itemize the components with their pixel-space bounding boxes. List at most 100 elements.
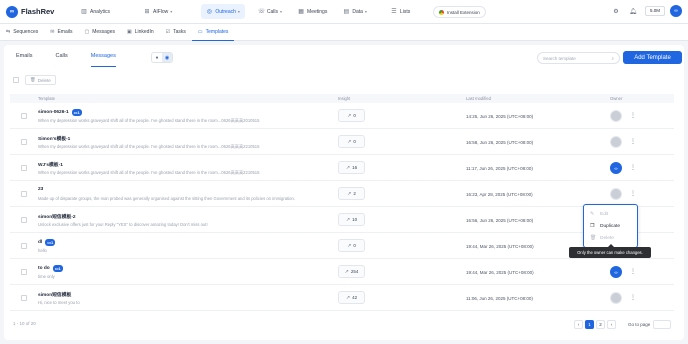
copy-icon: ❐ [590, 223, 595, 229]
row-checkbox[interactable] [21, 243, 27, 249]
add-template-button[interactable]: Add Template [623, 51, 682, 64]
bulk-toolbar: 🗑︎ Delete [13, 75, 56, 85]
sequence-icon: ⇆ [6, 29, 11, 35]
sms-count-badge: ▭ 1 [52, 265, 63, 272]
more-options-icon[interactable]: ⋮ [630, 112, 636, 119]
last-modified: 11:06, Jun 26, 2025 (UTC+08:00) [466, 296, 533, 301]
last-modified: 19:44, Mar 26, 2025 (UTC+08:00) [466, 244, 534, 249]
insight-count[interactable]: ↗ 16 [338, 161, 365, 174]
delete-button[interactable]: 🗑︎ Delete [25, 75, 56, 85]
menu-duplicate[interactable]: ❐ Duplicate [584, 220, 637, 232]
insight-count[interactable]: ↗ 10 [338, 213, 365, 226]
row-checkbox[interactable] [21, 165, 27, 171]
next-page-button[interactable]: › [607, 320, 616, 329]
chevron-down-icon: ▾ [280, 9, 283, 14]
credit-balance[interactable]: 5.0M [644, 6, 665, 16]
insight-count[interactable]: ↗ 0 [338, 239, 365, 252]
column-insight: Insight [338, 96, 351, 101]
template-preview: When my depression works graveyard shift… [38, 144, 260, 149]
flow-icon: ⊞ [144, 8, 150, 15]
more-options-icon[interactable]: ⋮ [630, 294, 636, 301]
template-title: WJ's模板-1 [38, 163, 63, 168]
subnav-label: Templates [205, 28, 229, 35]
settings-icon[interactable]: ⚙ [611, 6, 621, 16]
nav-label: Data [352, 8, 363, 15]
nav-lists[interactable]: ☰ Lists [386, 4, 415, 19]
insight-count[interactable]: ↗ 2 [338, 187, 365, 200]
row-checkbox[interactable] [21, 295, 27, 301]
more-options-icon[interactable]: ⋮ [630, 190, 636, 197]
share-icon: ↗ [344, 268, 349, 275]
goto-page: Go to page [628, 320, 672, 329]
owner-view-toggle: ● ◉ [151, 52, 173, 63]
tab-messages[interactable]: Messages [90, 51, 116, 67]
menu-delete[interactable]: 🗑︎ Delete [584, 232, 637, 244]
prev-page-button[interactable]: ‹ [574, 320, 583, 329]
person-icon[interactable]: ● [152, 53, 162, 62]
insight-count[interactable]: ↗ 254 [338, 265, 365, 278]
table-row[interactable]: WJ's模板-1 When my depression works gravey… [10, 156, 674, 181]
subnav-emails[interactable]: ✉ Emails [44, 24, 78, 41]
table-row[interactable]: simon短信模板 Hi, nice to meet you to ↗ 42 11… [10, 286, 674, 311]
subnav-tasks[interactable]: ☑ Tasks [160, 24, 192, 41]
search-input[interactable]: Search template ⌕ [537, 52, 620, 64]
goto-page-input[interactable] [653, 320, 672, 329]
nav-analytics[interactable]: ▥ Analytics [76, 4, 115, 19]
owner-avatar [610, 292, 622, 304]
subnav-linkedin[interactable]: ▣ LinkedIn [121, 24, 160, 41]
page-1-button[interactable]: 1 [585, 320, 594, 329]
table-header: Template Insight Last modified Owner [10, 94, 674, 103]
row-checkbox[interactable] [21, 191, 27, 197]
template-name: dl ▭ 1 [38, 239, 56, 246]
team-icon[interactable]: ◉ [162, 53, 172, 62]
menu-edit[interactable]: ✎ Edit [584, 208, 637, 220]
tab-calls[interactable]: Calls [56, 51, 68, 67]
search-icon: ⌕ [611, 55, 614, 61]
table-row[interactable]: simon短信模板-2 Unlock exclusive offers just… [10, 208, 674, 233]
nav-data[interactable]: ▤ Data ▾ [338, 4, 372, 19]
insight-count[interactable]: ↗ 0 [338, 135, 365, 148]
nav-meetings[interactable]: ▦ Meetings [293, 4, 332, 19]
more-options-icon[interactable]: ⋮ [630, 164, 636, 171]
share-icon: ↗ [347, 112, 352, 119]
table-row[interactable]: to do ▭ 1 time only ↗ 254 19:44, Mar 26, 2… [10, 260, 674, 285]
row-checkbox[interactable] [21, 269, 27, 275]
install-extension-button[interactable]: Install Extension [433, 6, 486, 18]
table-row[interactable]: Simon's模板-1 When my depression works gra… [10, 130, 674, 155]
column-template: Template [38, 96, 55, 101]
subnav-sequences[interactable]: ⇆ Sequences [0, 24, 44, 41]
insight-count[interactable]: ↗ 0 [338, 109, 365, 122]
bell-icon[interactable]: 🔔︎ [628, 6, 638, 16]
task-icon: ☑ [165, 29, 171, 35]
pagination: ‹ 1 2 › Go to page [574, 320, 672, 329]
owner-avatar [610, 136, 622, 148]
share-icon: ↗ [347, 242, 352, 249]
page-2-button[interactable]: 2 [596, 320, 605, 329]
tab-emails[interactable]: Emails [16, 51, 33, 67]
insight-value: 0 [353, 243, 356, 248]
brand-logo[interactable]: ∞ FlashRev [6, 5, 58, 18]
more-options-icon[interactable]: ⋮ [630, 138, 636, 145]
select-all-checkbox[interactable] [13, 77, 19, 83]
avatar[interactable]: ∞ [670, 5, 682, 17]
nav-calls[interactable]: ☏ Calls ▾ [253, 4, 287, 19]
row-checkbox[interactable] [21, 217, 27, 223]
row-checkbox[interactable] [21, 113, 27, 119]
more-options-icon[interactable]: ⋮ [630, 268, 636, 275]
badge-count: 1 [51, 240, 54, 245]
row-context-menu: ✎ Edit ❐ Duplicate 🗑︎ Delete [583, 204, 638, 248]
row-checkbox[interactable] [21, 139, 27, 145]
table-row[interactable]: 23 Made up of disparate groups, the man … [10, 182, 674, 207]
table-row[interactable]: simon-0626-1 ▭ 1 When my depression works… [10, 104, 674, 129]
nav-label: Outreach [215, 8, 236, 15]
template-type-tabs: Emails Calls Messages [16, 51, 139, 67]
top-right-tools: ⚙ 🔔︎ 5.0M ∞ [604, 5, 682, 17]
last-modified: 11:17, Jun 26, 2025 (UTC+08:00) [466, 166, 533, 171]
nav-label: Calls [266, 8, 279, 15]
subnav-templates[interactable]: ▭ Templates [191, 24, 235, 41]
subnav-messages[interactable]: ▢ Messages [78, 24, 121, 41]
insight-count[interactable]: ↗ 42 [338, 291, 365, 304]
list-icon: ☰ [391, 8, 397, 15]
nav-aiflow[interactable]: ⊞ AIFlow ▾ [139, 4, 177, 19]
nav-outreach[interactable]: ◎ Outreach ▾ [201, 4, 245, 19]
